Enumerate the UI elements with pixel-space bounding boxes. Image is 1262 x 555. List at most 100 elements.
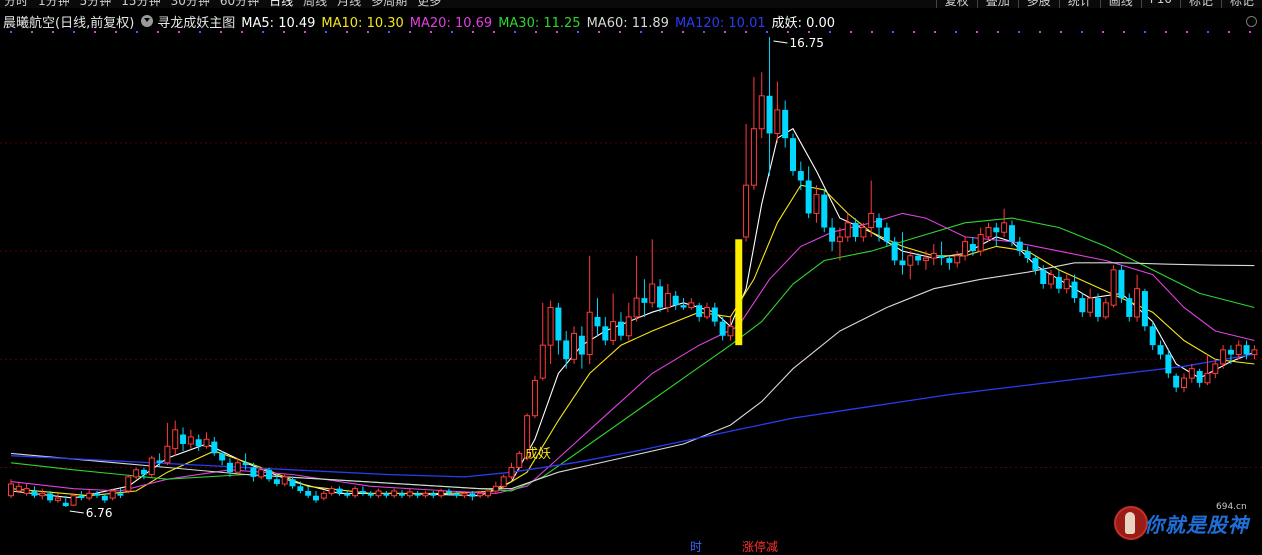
top-marker-dot (220, 31, 222, 33)
candle-body (531, 379, 538, 417)
top-marker-dot (577, 31, 579, 33)
candle-body (1251, 349, 1258, 356)
candle-body (461, 492, 468, 497)
candle-body (922, 257, 929, 261)
candle-body (719, 321, 726, 336)
candle-body (508, 466, 515, 478)
top-marker-dot (304, 31, 306, 33)
candle-body (320, 492, 327, 499)
candle-body (352, 488, 359, 497)
top-marker-dot (1039, 31, 1041, 33)
candle-body (1243, 345, 1250, 355)
watermark-text: 你就是股神 (1144, 513, 1249, 537)
candle-body (414, 493, 421, 496)
candle-body (985, 227, 992, 238)
candle-body (977, 234, 984, 252)
top-marker-dot (199, 31, 201, 33)
candle-body (399, 493, 405, 496)
top-marker-dot (262, 31, 264, 33)
top-marker-dot (745, 31, 747, 33)
candle-body (1181, 377, 1187, 389)
candle-body (180, 434, 187, 444)
candle-body (453, 493, 460, 496)
candle-body (203, 438, 210, 447)
top-marker-dot (1249, 31, 1251, 33)
candle-body (633, 297, 640, 318)
top-marker-dot (1018, 31, 1020, 33)
candle-body (94, 493, 101, 496)
candle-body (860, 227, 867, 238)
candle-body (117, 493, 124, 496)
candle-body (790, 138, 796, 172)
candle-body (750, 128, 757, 186)
top-marker-dot (493, 31, 495, 33)
candle-body (813, 194, 820, 214)
top-marker-dot (388, 31, 390, 33)
candle-body (805, 180, 812, 214)
top-marker-dot (682, 31, 684, 33)
candle-body (680, 305, 687, 308)
ma-line-ma10 (10, 184, 1255, 497)
top-marker-dot (52, 31, 54, 33)
candle-body (868, 212, 875, 229)
ma-line-ma30 (10, 217, 1255, 492)
candle-body (258, 469, 265, 478)
candle-body (62, 502, 69, 507)
candle-body (47, 493, 54, 501)
annotation-arrow (69, 510, 84, 514)
candle-body (954, 255, 961, 264)
top-marker-dot (136, 31, 138, 33)
top-marker-dot (787, 31, 789, 33)
candle-body (281, 476, 288, 485)
candle-body (312, 495, 319, 501)
signal-bar (735, 239, 743, 346)
candle-body (844, 222, 851, 238)
candle-body (743, 184, 750, 238)
candle-body (226, 462, 233, 473)
top-marker-dot (283, 31, 285, 33)
candle-body (852, 222, 859, 237)
candle-body (586, 311, 593, 356)
watermark-url: 694.cn (1216, 502, 1247, 512)
candle-body (8, 483, 14, 497)
top-marker-dot (157, 31, 159, 33)
candle-body (1220, 349, 1227, 365)
top-marker-dot (955, 31, 957, 33)
top-marker-dot (115, 31, 117, 33)
candle-body (438, 490, 445, 497)
candle-body (1126, 298, 1133, 317)
candle-body (1071, 281, 1078, 299)
top-marker-dot (346, 31, 348, 33)
candle-body (15, 485, 22, 492)
top-marker-dot (367, 31, 369, 33)
candle-body (485, 490, 492, 497)
top-marker-dot (997, 31, 999, 33)
candle-body (445, 491, 452, 494)
candle-body (993, 227, 1000, 233)
candle-body (657, 286, 664, 308)
candle-body (148, 457, 155, 476)
candle-body (78, 495, 85, 499)
top-marker-dot (10, 31, 12, 33)
candle-body (1102, 302, 1109, 318)
candle-body (23, 488, 30, 494)
candle-body (383, 493, 390, 496)
candle-body (1024, 251, 1031, 259)
candle-body (539, 344, 546, 379)
candle-body (664, 292, 671, 309)
candle-body (797, 171, 804, 181)
top-marker-dot (31, 31, 33, 33)
candle-body (516, 452, 523, 468)
top-marker-dot (1081, 31, 1083, 33)
candle-body (1173, 375, 1180, 388)
candle-body (672, 295, 679, 306)
top-marker-dot (892, 31, 894, 33)
bottom-signal-label: 涨停减 (742, 540, 779, 554)
candle-body (547, 307, 554, 346)
candle-body (703, 307, 710, 318)
candle-body (492, 485, 499, 492)
top-marker-dot (1186, 31, 1188, 33)
candle-body (782, 109, 789, 139)
candle-body (555, 307, 562, 341)
candle-body (1094, 298, 1101, 317)
